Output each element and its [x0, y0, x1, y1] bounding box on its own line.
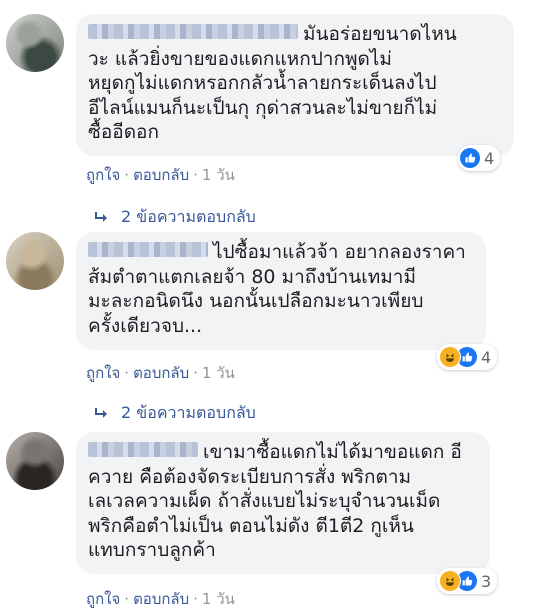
commenter-name[interactable]	[88, 242, 208, 257]
separator-dot: ·	[193, 364, 198, 382]
separator-dot: ·	[124, 590, 130, 608]
reaction-count: 3	[481, 571, 492, 591]
comment-actions: ถูกใจ · ตอบกลับ · 1 วัน	[86, 361, 235, 385]
comment-timestamp[interactable]: 1 วัน	[202, 364, 235, 382]
separator-dot: ·	[124, 166, 130, 184]
reactions-summary[interactable]: 4	[458, 145, 501, 171]
comment-line: เลเวลความเผ็ด ถ้าสั่งแบยไม่ระบุจำนวนเม็ด	[88, 490, 441, 512]
reply-link[interactable]: ตอบกลับ	[133, 166, 189, 184]
reactions-summary[interactable]: 4	[437, 344, 498, 370]
commenter-name[interactable]	[88, 442, 198, 457]
replies-label: 2 ข้อความตอบกลับ	[121, 403, 256, 422]
reply-link[interactable]: ตอบกลับ	[133, 364, 189, 382]
comment-line: ไปซื้อมาแล้วจ้า อยากลองราคา	[88, 240, 472, 265]
reaction-count: 4	[484, 148, 495, 168]
haha-icon	[439, 570, 461, 592]
reply-link[interactable]: ตอบกลับ	[133, 590, 189, 608]
comment-line: ซื้ออีดอก	[88, 121, 159, 143]
separator-dot: ·	[124, 364, 130, 382]
avatar[interactable]	[6, 232, 64, 290]
reply-arrow-icon	[95, 407, 109, 420]
comment-line: พริกคือตำไม่เป็น ตอนไม่ดัง ตี1ตี2 กูเห็น	[88, 514, 414, 537]
comment-bubble: เขามาซื้อแดกไม่ได้มาขอแดก อี ควาย คือต้อ…	[76, 432, 490, 574]
reactions-summary[interactable]: 3	[437, 568, 498, 594]
comment-line: ควาย คือต้องจัดระเบียบการสั่ง พริกตาม	[88, 465, 412, 488]
avatar[interactable]	[6, 14, 64, 72]
comment-timestamp[interactable]: 1 วัน	[202, 166, 235, 184]
comment-timestamp[interactable]: 1 วัน	[202, 590, 235, 608]
comment-line: มะละกอนิดนึง นอกนั้นเปลือกมะนาวเพียบ	[88, 290, 424, 312]
like-icon	[460, 148, 480, 168]
comment-line: วะ แล้วยิ่งขายของแดกแหกปากพูดไม่	[88, 47, 392, 70]
comment-bubble: ไปซื้อมาแล้วจ้า อยากลองราคา ส้มตำตาแตกเล…	[76, 232, 486, 350]
reaction-count: 4	[481, 347, 492, 367]
comment-line: ส้มตำตาแตกเลยจ้า 80 มาถึงบ้านเทมามี	[88, 265, 416, 288]
comment-bubble: มันอร่อยขนาดไหน วะ แล้วยิ่งขายของแดกแหกป…	[76, 14, 514, 156]
comment-actions: ถูกใจ · ตอบกลับ · 1 วัน	[86, 163, 235, 187]
reply-arrow-icon	[95, 211, 109, 224]
comment-line: แทบกราบลูกค้า	[88, 539, 216, 561]
comment-line: ครั้งเดียวจบ...	[88, 314, 203, 337]
like-link[interactable]: ถูกใจ	[86, 590, 120, 608]
commenter-name[interactable]	[88, 24, 298, 39]
separator-dot: ·	[193, 590, 198, 608]
avatar[interactable]	[6, 432, 64, 490]
like-link[interactable]: ถูกใจ	[86, 364, 120, 382]
separator-dot: ·	[193, 166, 198, 184]
comment-line: มันอร่อยขนาดไหน	[88, 22, 500, 47]
view-replies-link[interactable]: 2 ข้อความตอบกลับ	[95, 205, 256, 230]
comment-line: เขามาซื้อแดกไม่ได้มาขอแดก อี	[88, 440, 476, 465]
comment-actions: ถูกใจ · ตอบกลับ · 1 วัน	[86, 587, 235, 611]
comment-line: อีไลน์แมนก็นะเป็นกุ กุด่าสวนละไม่ขายก็ไม…	[88, 96, 438, 119]
comment-line: หยุดกูไม่แดกหรอกกลัวน้ำลายกระเด็นลงไป	[88, 72, 437, 94]
like-link[interactable]: ถูกใจ	[86, 166, 120, 184]
haha-icon	[439, 346, 461, 368]
view-replies-link[interactable]: 2 ข้อความตอบกลับ	[95, 401, 256, 426]
replies-label: 2 ข้อความตอบกลับ	[121, 207, 256, 226]
